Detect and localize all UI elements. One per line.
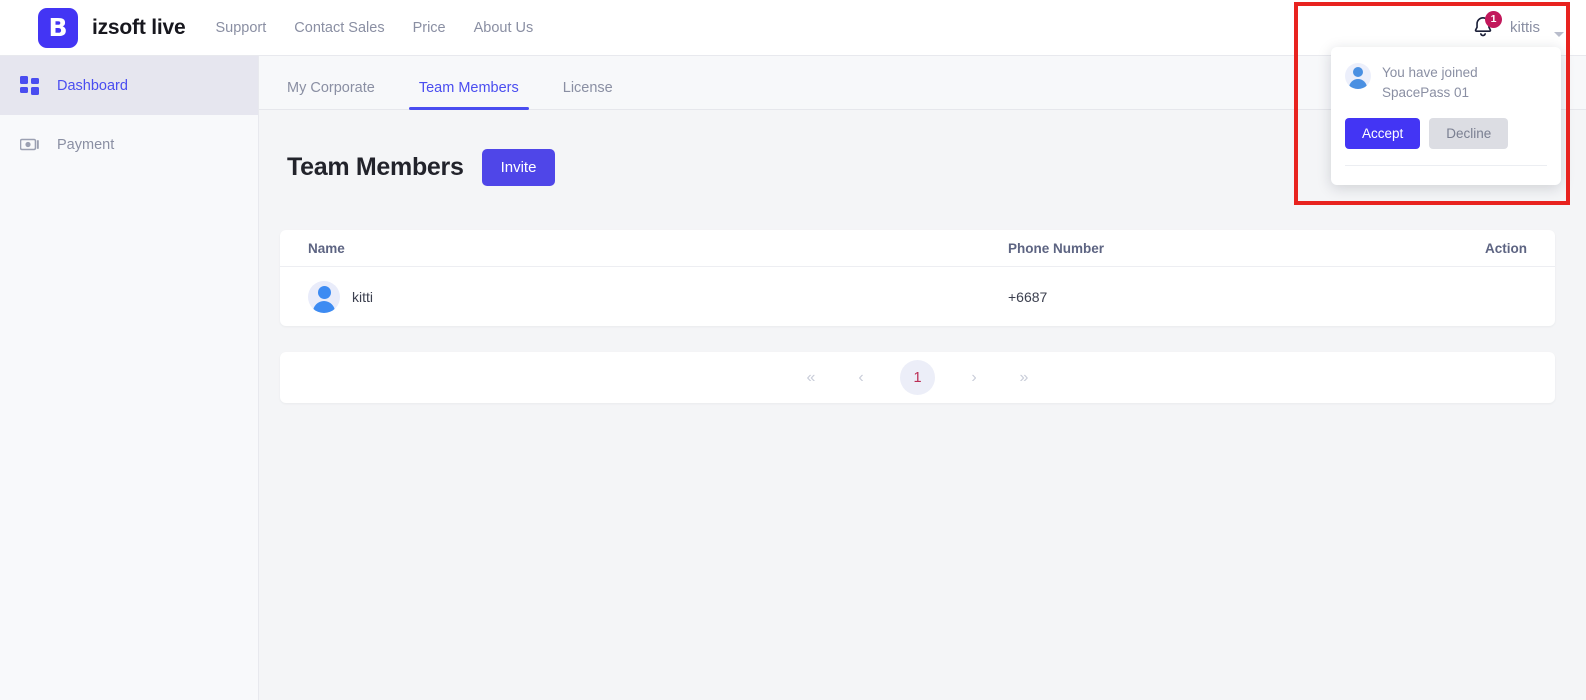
pagination-next-button[interactable]: ›: [963, 369, 985, 387]
tab-license[interactable]: License: [541, 80, 635, 109]
notification-actions: Accept Decline: [1345, 117, 1547, 149]
table-row[interactable]: kitti +6687: [280, 267, 1555, 326]
pagination-first-button[interactable]: «: [800, 369, 822, 387]
column-header-name: Name: [308, 240, 345, 256]
chevron-down-icon[interactable]: [1554, 32, 1564, 37]
decline-button[interactable]: Decline: [1429, 117, 1509, 149]
app-root: B izsoft live Support Contact Sales Pric…: [0, 0, 1586, 700]
notification-divider: [1345, 164, 1547, 179]
user-avatar-icon: [308, 280, 340, 313]
notification-count-badge: 1: [1485, 10, 1502, 28]
top-bar-right: 1 kittis: [1470, 10, 1564, 42]
notification-item: You have joined SpacePass 01: [1345, 63, 1547, 104]
page-title: Team Members: [287, 153, 464, 181]
cell-phone-number: +6687: [1008, 288, 1048, 305]
sidebar-item-label-dashboard: Dashboard: [57, 77, 128, 94]
nav-link-support[interactable]: Support: [216, 20, 267, 36]
sidebar-item-dashboard[interactable]: Dashboard: [0, 56, 258, 115]
invite-button[interactable]: Invite: [481, 149, 556, 186]
notification-message: You have joined SpacePass 01: [1382, 65, 1478, 101]
sidebar-item-payment[interactable]: Payment: [0, 115, 258, 174]
sidebar-item-label-payment: Payment: [57, 136, 115, 153]
member-name: kitti: [352, 288, 373, 305]
pagination-prev-button[interactable]: ‹: [850, 369, 872, 387]
team-members-table: Name Phone Number Action kitti +6687: [280, 230, 1555, 326]
column-header-phone: Phone Number: [1008, 240, 1105, 256]
notification-dropdown-panel: You have joined SpacePass 01 Accept Decl…: [1331, 47, 1561, 185]
payment-card-icon: [20, 138, 39, 150]
table-header-row: Name Phone Number Action: [280, 230, 1555, 267]
user-avatar-icon: [1345, 63, 1371, 89]
pagination: « ‹ 1 › »: [280, 352, 1555, 403]
nav-link-price[interactable]: Price: [413, 20, 446, 36]
tab-team-members[interactable]: Team Members: [397, 80, 541, 110]
cell-name: kitti: [308, 280, 1008, 313]
pagination-page-1[interactable]: 1: [900, 360, 935, 395]
dashboard-grid-icon: [20, 75, 39, 95]
logo-mark-icon: B: [38, 7, 78, 48]
brand-logo[interactable]: B izsoft live: [38, 7, 186, 48]
notification-bell-button[interactable]: 1: [1470, 10, 1502, 42]
brand-name: izsoft live: [92, 15, 186, 39]
nav-link-about-us[interactable]: About Us: [474, 20, 534, 36]
column-header-action: Action: [1485, 240, 1527, 256]
nav-link-contact-sales[interactable]: Contact Sales: [294, 20, 384, 36]
top-nav-links: Support Contact Sales Price About Us: [216, 20, 534, 36]
accept-button[interactable]: Accept: [1345, 117, 1421, 149]
pagination-last-button[interactable]: »: [1013, 369, 1035, 387]
user-name-label[interactable]: kittis: [1510, 19, 1540, 36]
sidebar: Dashboard Payment: [0, 56, 259, 700]
tab-my-corporate[interactable]: My Corporate: [284, 80, 397, 109]
